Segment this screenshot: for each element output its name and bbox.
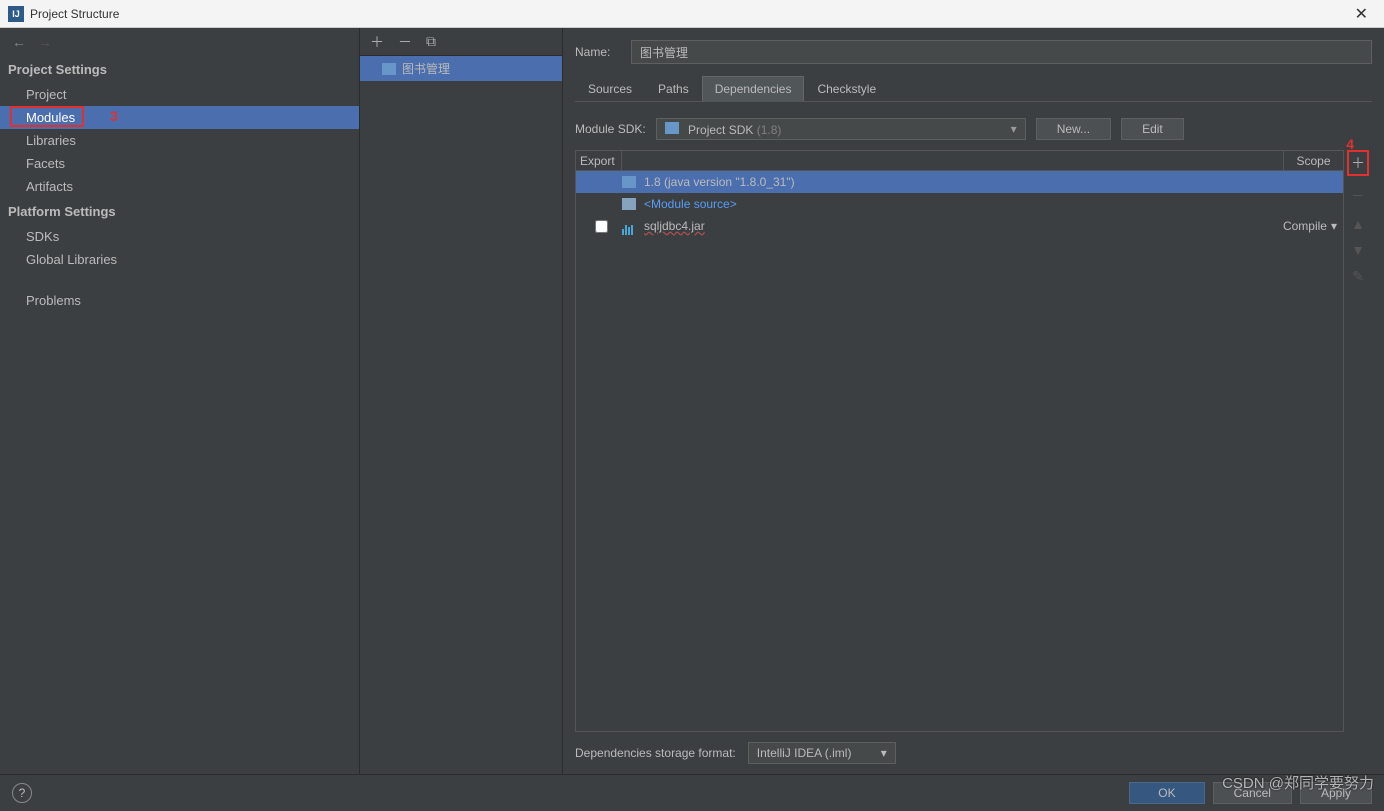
new-sdk-button[interactable]: New... [1036, 118, 1111, 140]
module-tabs: Sources Paths Dependencies Checkstyle [575, 76, 1372, 102]
dep-header: Export Scope [576, 151, 1343, 171]
annotation-label-4: 4 [1346, 136, 1354, 152]
name-row: Name: [575, 40, 1372, 64]
chevron-down-icon: ▾ [881, 746, 887, 760]
nav-facets[interactable]: Facets [0, 152, 359, 175]
dep-side-toolbar: ＋ － ▲ ▼ ✎ [1344, 150, 1372, 732]
forward-icon: → [38, 34, 52, 50]
app-icon: IJ [8, 6, 24, 22]
tab-sources[interactable]: Sources [575, 76, 645, 101]
dependencies-area: Export Scope 1.8 (java version "1.8.0_31… [575, 150, 1372, 732]
help-icon[interactable]: ? [12, 783, 32, 803]
name-label: Name: [575, 45, 621, 59]
nav-global-libraries[interactable]: Global Libraries [0, 248, 359, 271]
library-icon [622, 221, 638, 231]
footer: ? OK Cancel Apply [0, 774, 1384, 811]
dep-label: <Module source> [644, 197, 1343, 211]
dep-checkbox[interactable] [580, 220, 622, 233]
chevron-down-icon: ▾ [1011, 122, 1017, 136]
edit-dependency-icon[interactable]: ✎ [1352, 268, 1364, 285]
remove-dependency-icon[interactable]: － [1351, 186, 1365, 206]
folder-icon [382, 63, 396, 75]
apply-button[interactable]: Apply [1300, 782, 1372, 804]
tab-paths[interactable]: Paths [645, 76, 702, 101]
nav-modules[interactable]: Modules [0, 106, 359, 129]
name-input[interactable] [631, 40, 1372, 64]
storage-label: Dependencies storage format: [575, 746, 736, 760]
dep-scope[interactable]: Compile ▾ [1281, 219, 1343, 233]
dep-row-sdk[interactable]: 1.8 (java version "1.8.0_31") [576, 171, 1343, 193]
storage-select[interactable]: IntelliJ IDEA (.iml) ▾ [748, 742, 896, 764]
storage-value: IntelliJ IDEA (.iml) [757, 746, 852, 760]
sdk-select[interactable]: Project SDK (1.8) ▾ [656, 118, 1026, 140]
module-item[interactable]: 图书管理 [360, 56, 562, 81]
folder-icon [665, 122, 679, 134]
col-export: Export [576, 151, 622, 170]
tab-dependencies[interactable]: Dependencies [702, 76, 805, 102]
annotation-label-3: 3 [110, 108, 118, 124]
footer-buttons: OK Cancel Apply [1129, 782, 1372, 804]
section-platform-settings: Platform Settings [0, 198, 359, 225]
close-icon[interactable]: ✕ [1347, 4, 1376, 24]
sdk-label: Module SDK: [575, 122, 646, 136]
nav-sdks[interactable]: SDKs [0, 225, 359, 248]
storage-format-row: Dependencies storage format: IntelliJ ID… [575, 732, 1372, 774]
dep-row-module-source[interactable]: <Module source> [576, 193, 1343, 215]
dep-label: 1.8 (java version "1.8.0_31") [644, 175, 1343, 189]
sidebar-left: ← → Project Settings Project Modules Lib… [0, 28, 360, 774]
folder-icon [622, 198, 638, 210]
dep-label: sqljdbc4.jar [644, 219, 1281, 233]
module-toolbar: ＋ － ⧉ [360, 28, 562, 56]
chevron-down-icon: ▾ [1331, 219, 1337, 233]
remove-module-icon[interactable]: － [398, 32, 412, 52]
nav-arrows: ← → [0, 28, 359, 56]
sdk-version: (1.8) [757, 123, 782, 137]
col-scope: Scope [1283, 151, 1343, 170]
move-up-icon[interactable]: ▲ [1351, 216, 1365, 232]
sdk-value: Project SDK [688, 123, 753, 137]
nav-artifacts[interactable]: Artifacts [0, 175, 359, 198]
nav-problems[interactable]: Problems [0, 289, 359, 312]
copy-module-icon[interactable]: ⧉ [426, 33, 436, 50]
module-detail-panel: Name: Sources Paths Dependencies Checkst… [563, 28, 1384, 774]
main-container: ← → Project Settings Project Modules Lib… [0, 28, 1384, 774]
sdk-row: Module SDK: Project SDK (1.8) ▾ New... E… [575, 118, 1372, 140]
move-down-icon[interactable]: ▼ [1351, 242, 1365, 258]
title-bar: IJ Project Structure ✕ [0, 0, 1384, 28]
add-module-icon[interactable]: ＋ [370, 32, 384, 52]
dependencies-table: Export Scope 1.8 (java version "1.8.0_31… [575, 150, 1344, 732]
back-icon[interactable]: ← [12, 34, 26, 50]
dep-row-lib[interactable]: sqljdbc4.jar Compile ▾ [576, 215, 1343, 237]
module-list-panel: ＋ － ⧉ 图书管理 [360, 28, 563, 774]
tab-checkstyle[interactable]: Checkstyle [804, 76, 889, 101]
add-dependency-icon[interactable]: ＋ [1347, 150, 1369, 176]
ok-button[interactable]: OK [1129, 782, 1204, 804]
dep-rows: 1.8 (java version "1.8.0_31") <Module so… [576, 171, 1343, 731]
window-title: Project Structure [30, 7, 1347, 21]
cancel-button[interactable]: Cancel [1213, 782, 1292, 804]
nav-libraries[interactable]: Libraries [0, 129, 359, 152]
section-project-settings: Project Settings [0, 56, 359, 83]
folder-icon [622, 176, 638, 188]
nav-project[interactable]: Project [0, 83, 359, 106]
edit-sdk-button[interactable]: Edit [1121, 118, 1184, 140]
module-name: 图书管理 [402, 60, 450, 77]
